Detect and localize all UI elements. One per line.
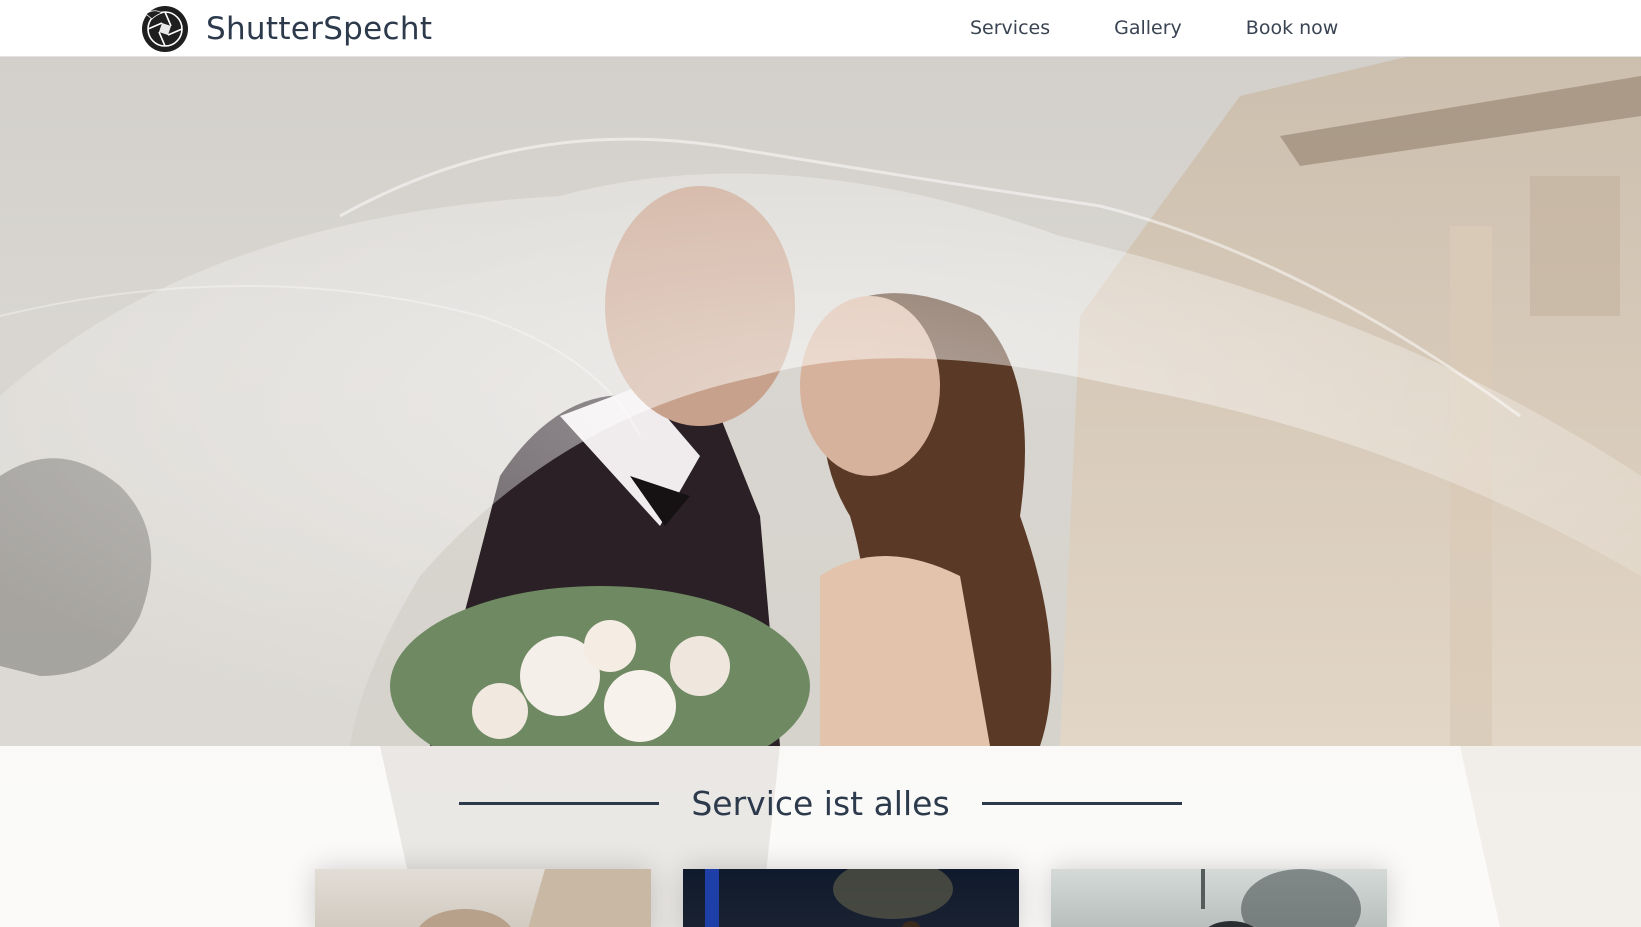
service-cards — [315, 869, 1387, 927]
hero-image — [0, 56, 1641, 746]
section-title: Service ist alles — [691, 784, 950, 823]
main-nav: Services Gallery Book now — [970, 0, 1338, 56]
service-card-concert[interactable] — [683, 869, 1019, 927]
brand-name: ShutterSpecht — [206, 11, 433, 47]
heading-rule-left — [459, 802, 660, 805]
wedding-photo-thumbnail — [419, 869, 651, 927]
concert-stage-photo-thumbnail — [705, 869, 953, 927]
nav-link-gallery[interactable]: Gallery — [1114, 17, 1182, 39]
site-header: ShutterSpecht Services Gallery Book now — [0, 0, 1641, 57]
wedding-couple-photo — [0, 56, 1641, 746]
section-heading: Service ist alles — [0, 784, 1641, 823]
brand[interactable]: ShutterSpecht — [140, 4, 432, 54]
service-card-wedding[interactable] — [315, 869, 651, 927]
nav-link-services[interactable]: Services — [970, 17, 1050, 39]
heading-rule-right — [981, 802, 1182, 805]
service-card-portrait[interactable] — [1051, 869, 1387, 927]
camera-aperture-bird-icon — [142, 6, 188, 52]
nav-link-book-now[interactable]: Book now — [1246, 17, 1339, 39]
services-section: Service ist alles — [0, 746, 1641, 927]
smoke-portrait-photo-thumbnail — [1201, 869, 1361, 927]
